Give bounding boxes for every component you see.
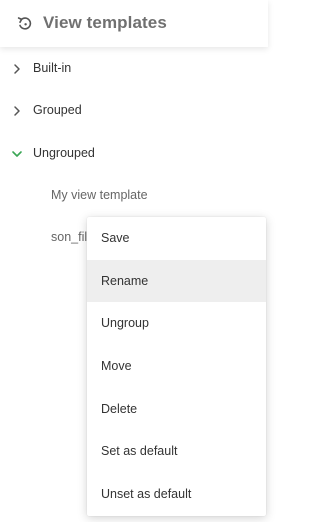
menu-item-rename[interactable]: Rename — [87, 260, 266, 302]
menu-item-label: Rename — [101, 274, 149, 288]
tree-node-built-in[interactable]: Built-in — [0, 56, 268, 84]
menu-item-label: Move — [101, 359, 132, 373]
tree-node-label: Ungrouped — [33, 146, 95, 160]
menu-item-label: Ungroup — [101, 316, 149, 330]
menu-item-label: Set as default — [101, 444, 178, 458]
template-item-label: son_filt — [51, 230, 91, 244]
template-item-my-view-template[interactable]: My view template — [0, 184, 268, 210]
chevron-right-icon[interactable] — [10, 104, 24, 118]
menu-item-label: Unset as default — [101, 487, 192, 501]
menu-item-label: Save — [101, 231, 130, 245]
menu-item-set-as-default[interactable]: Set as default — [87, 430, 266, 472]
menu-item-save[interactable]: Save — [87, 217, 266, 259]
menu-item-delete[interactable]: Delete — [87, 388, 266, 430]
history-back-icon[interactable] — [16, 15, 34, 33]
menu-item-move[interactable]: Move — [87, 345, 266, 387]
tree-node-ungrouped[interactable]: Ungrouped — [0, 141, 268, 169]
menu-item-label: Delete — [101, 402, 138, 416]
chevron-right-icon[interactable] — [10, 62, 24, 76]
template-item-label: My view template — [51, 188, 148, 202]
tree-node-label: Built-in — [33, 61, 72, 75]
page-title: View templates — [43, 13, 167, 32]
context-menu: Save Rename Ungroup Move Delete Set as d… — [87, 217, 266, 516]
menu-item-unset-as-default[interactable]: Unset as default — [87, 473, 266, 515]
tree-node-grouped[interactable]: Grouped — [0, 98, 268, 126]
header-bar: View templates — [0, 0, 268, 47]
tree-node-label: Grouped — [33, 103, 82, 117]
menu-item-ungroup[interactable]: Ungroup — [87, 302, 266, 344]
chevron-down-icon[interactable] — [10, 147, 24, 161]
